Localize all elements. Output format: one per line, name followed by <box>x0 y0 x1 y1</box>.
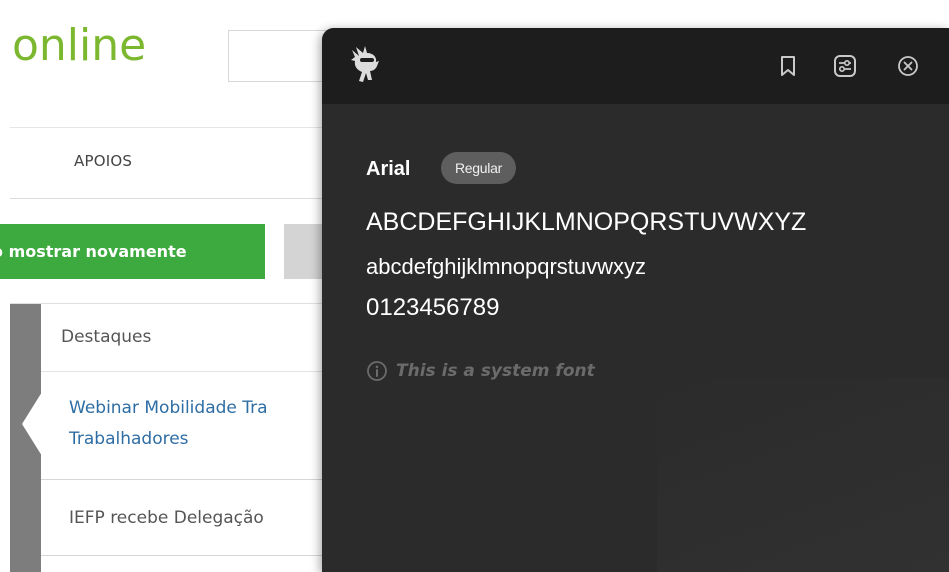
panel-header <box>322 28 949 104</box>
close-circle-icon[interactable] <box>894 52 922 80</box>
font-inspector-panel: Arial Regular ABCDEFGHIJKLMNOPQRSTUVWXYZ… <box>322 28 949 572</box>
show-again-button[interactable]: o mostrar novamente <box>0 224 265 279</box>
info-icon <box>367 361 387 381</box>
list-heading: Destaques <box>41 304 341 372</box>
nav-divider-bottom <box>10 198 340 199</box>
sample-digits: 0123456789 <box>366 294 500 321</box>
sliders-icon[interactable] <box>831 52 859 80</box>
list-item-title-line2[interactable]: Trabalhadores <box>69 429 189 449</box>
show-again-label: o mostrar novamente <box>0 242 187 261</box>
sample-lowercase: abcdefghijklmnopqrstuvwxyz <box>366 254 647 279</box>
sample-uppercase: ABCDEFGHIJKLMNOPQRSTUVWXYZ <box>366 208 807 236</box>
panel-background-shade <box>657 378 949 572</box>
list-item-title[interactable]: IEFP recebe Delegação <box>69 508 264 528</box>
bookmark-icon[interactable] <box>774 52 802 80</box>
list-item[interactable]: Webinar Mobilidade Tra Trabalhadores <box>41 372 341 480</box>
ninja-icon <box>348 44 382 84</box>
list-item[interactable]: IEFP recebe Delegação <box>41 480 341 556</box>
active-item-pointer <box>22 392 42 456</box>
font-style-badge: Regular <box>441 152 516 184</box>
list-heading-label: Destaques <box>61 327 152 347</box>
nav-item-apoios[interactable]: APOIOS <box>74 152 132 170</box>
nav-divider-top <box>10 127 340 128</box>
system-font-note: This is a system font <box>366 360 595 382</box>
list-item-title-line1[interactable]: Webinar Mobilidade Tra <box>69 398 268 418</box>
font-name: Arial <box>366 158 411 180</box>
site-logo[interactable]: online <box>12 18 146 74</box>
system-font-note-text: This is a system font <box>396 361 595 381</box>
